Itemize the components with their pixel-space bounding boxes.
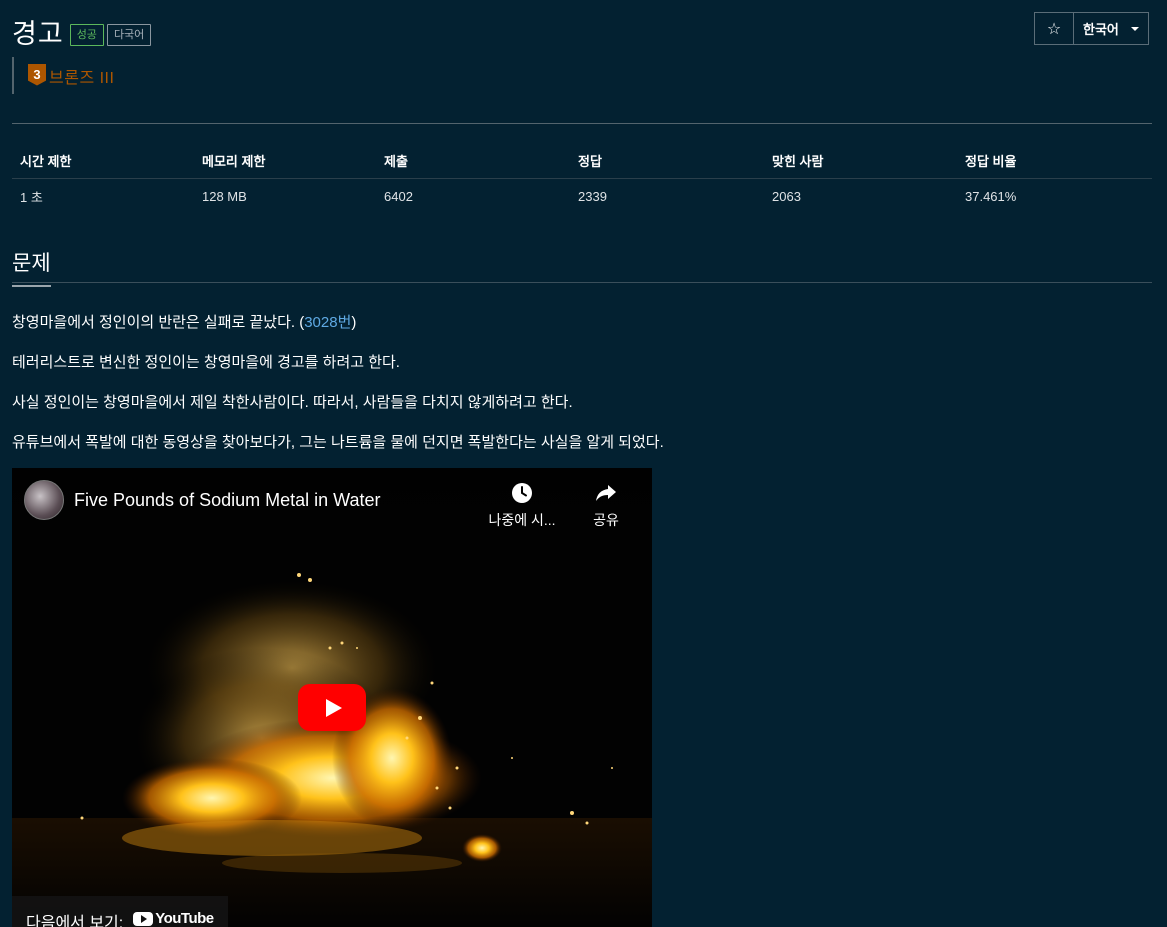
time-limit-value: 1 초 <box>20 189 43 205</box>
table-row: 1 초 128 MB 6402 2339 2063 37.461% <box>12 178 1152 214</box>
youtube-video-embed[interactable]: Five Pounds of Sodium Metal in Water 나중에… <box>12 468 652 927</box>
section-divider <box>12 282 1152 283</box>
tier-row: 3 브론즈 III <box>12 57 114 94</box>
problem-description: 창영마을에서 정인이의 반란은 실패로 끝났다. (3028번) 테러리스트로 … <box>12 313 1152 473</box>
section-title: 문제 <box>12 247 51 287</box>
submissions-value: 6402 <box>384 188 413 204</box>
accept-ratio-value: 37.461% <box>965 188 1017 204</box>
youtube-mark <box>133 911 154 926</box>
description-text: 창영마을에서 정인이의 반란은 실패로 끝났다. ( <box>12 314 305 331</box>
watch-later-button[interactable]: 나중에 시... <box>482 480 562 530</box>
share-icon <box>566 480 646 506</box>
watch-later-label: 나중에 시... <box>488 512 556 528</box>
favorite-star-button[interactable]: ☆ <box>1034 12 1073 45</box>
problem-info-table: 시간 제한 메모리 제한 제출 정답 맞힌 사람 정답 비율 1 초 128 M… <box>12 144 1152 214</box>
clock-icon <box>482 480 562 506</box>
table-header-row: 시간 제한 메모리 제한 제출 정답 맞힌 사람 정답 비율 <box>12 144 1152 179</box>
watch-on-label: 다음에서 보기: <box>26 915 124 927</box>
youtube-wordmark: YouTube <box>155 910 214 927</box>
play-icon <box>326 698 342 717</box>
header-solved-users: 맞힌 사람 <box>764 144 957 179</box>
header-time-limit: 시간 제한 <box>12 144 194 179</box>
language-select-label: 한국어 <box>1083 22 1119 37</box>
watch-on-youtube-button[interactable]: 다음에서 보기: YouTube <box>12 896 228 927</box>
language-select[interactable]: 한국어 <box>1073 12 1149 45</box>
description-line: 테러리스트로 변신한 정인이는 창영마을에 경고를 하려고 한다. <box>12 354 400 371</box>
channel-avatar[interactable] <box>24 480 64 520</box>
star-icon: ☆ <box>1046 20 1062 38</box>
bronze-tier-icon: 3 <box>28 63 46 86</box>
description-line: 창영마을에서 정인이의 반란은 실패로 끝났다. (3028번) <box>12 313 1152 353</box>
problem-title: 경고 <box>12 19 64 49</box>
video-title[interactable]: Five Pounds of Sodium Metal in Water <box>74 490 380 511</box>
memory-limit-value: 128 MB <box>202 188 247 204</box>
problem-link[interactable]: 3028번 <box>304 314 351 331</box>
header-accept-ratio: 정답 비율 <box>957 144 1152 179</box>
header-accepted: 정답 <box>570 144 764 179</box>
description-line: 사실 정인이는 창영마을에서 제일 착한사람이다. 따라서, 사람들을 다치지 … <box>12 394 573 411</box>
divider <box>12 123 1152 124</box>
description-text: ) <box>351 314 357 331</box>
status-badge: 성공 <box>69 23 104 46</box>
solved-users-value: 2063 <box>772 188 801 204</box>
header-submissions: 제출 <box>376 144 570 179</box>
play-button[interactable] <box>298 684 366 731</box>
share-label: 공유 <box>593 512 619 528</box>
caret-down-icon <box>1130 26 1139 31</box>
share-button[interactable]: 공유 <box>566 480 646 530</box>
youtube-logo-icon: YouTube <box>133 910 214 927</box>
title-row: 경고 성공 다국어 <box>12 12 152 51</box>
header-memory-limit: 메모리 제한 <box>194 144 376 179</box>
accepted-value: 2339 <box>578 188 607 204</box>
header-tools: ☆ 한국어 <box>1034 12 1149 45</box>
language-badge: 다국어 <box>106 23 152 46</box>
tier-label: 브론즈 III <box>49 69 115 87</box>
description-line: 유튜브에서 폭발에 대한 동영상을 찾아보다가, 그는 나트륨을 물에 던지면 … <box>12 434 664 451</box>
